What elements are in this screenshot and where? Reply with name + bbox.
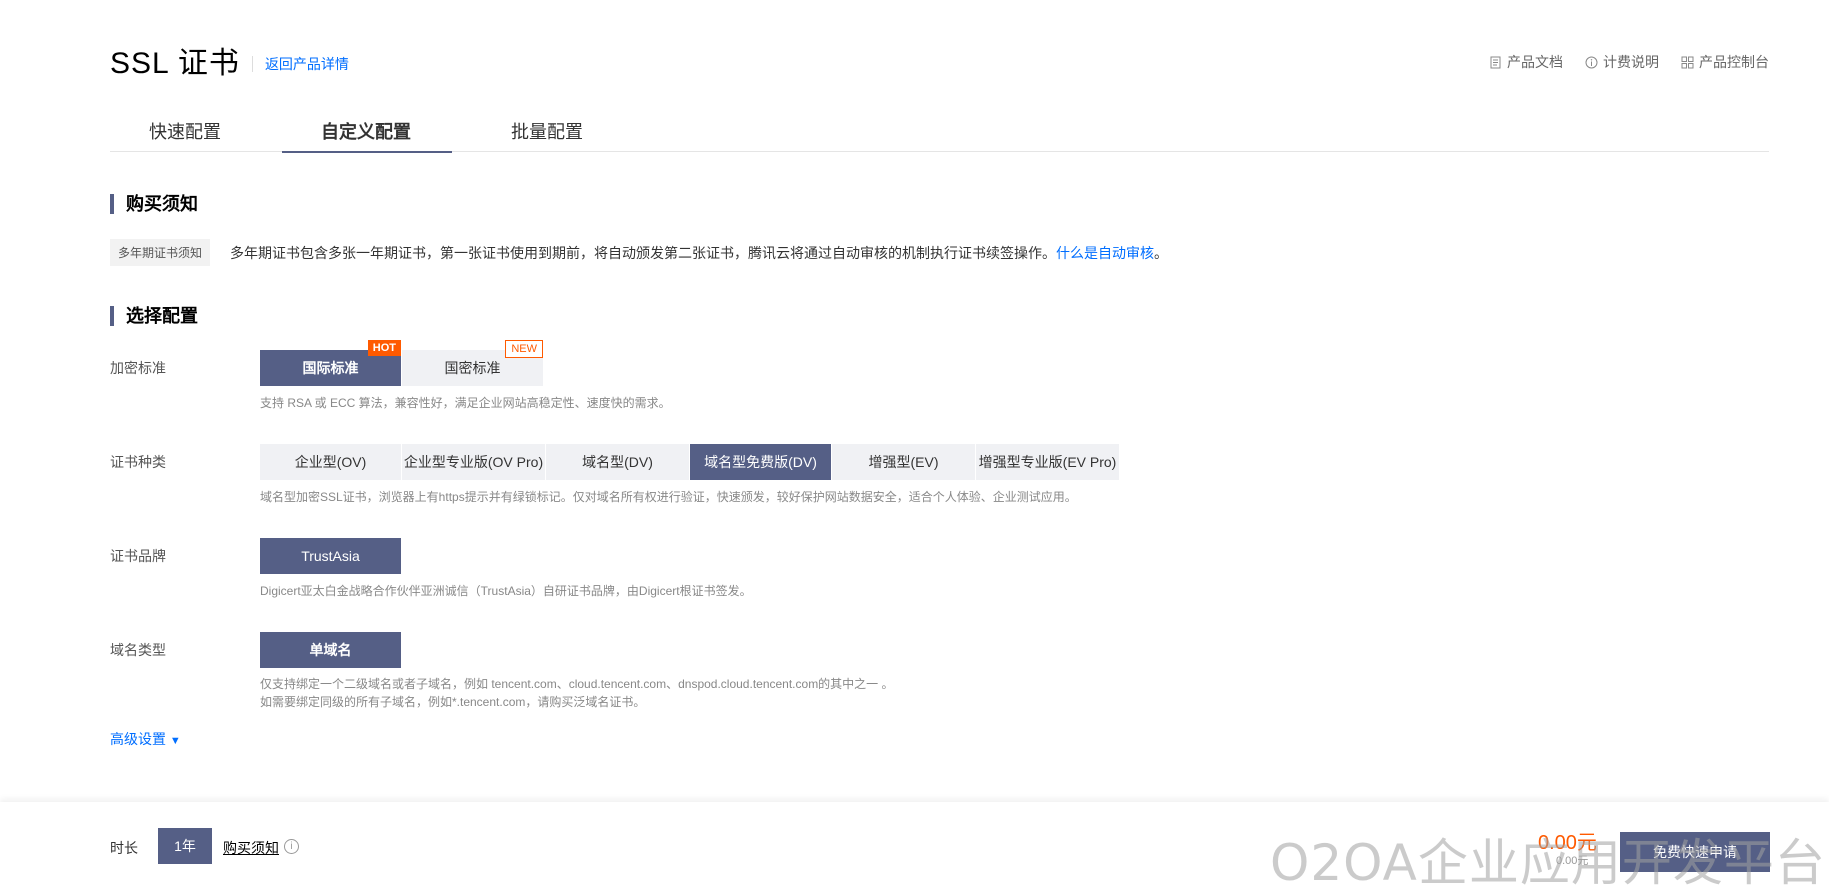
- option-single-domain[interactable]: 单域名: [260, 632, 402, 668]
- tab-custom-config[interactable]: 自定义配置: [321, 118, 411, 152]
- product-console-link[interactable]: 产品控制台: [1681, 52, 1769, 72]
- encryption-label: 加密标准: [110, 360, 166, 376]
- grid-icon: [1681, 56, 1694, 68]
- option-label: 国际标准: [302, 360, 359, 376]
- active-tab-indicator: [282, 151, 452, 153]
- info-icon[interactable]: i: [284, 839, 299, 854]
- billing-info-link[interactable]: 计费说明: [1585, 52, 1659, 72]
- chevron-double-down-icon: ▼: [169, 735, 181, 747]
- free-quick-apply-button[interactable]: 免费快速申请: [1620, 832, 1770, 872]
- duration-1-year-button[interactable]: 1年: [158, 828, 212, 864]
- hot-badge: HOT: [367, 340, 401, 356]
- option-national-standard[interactable]: 国密标准 NEW: [402, 340, 544, 386]
- config-tabs: 快速配置 自定义配置 批量配置: [110, 118, 1769, 153]
- encryption-options: 国际标准 HOT 国密标准 NEW: [260, 340, 544, 386]
- cert-type-label: 证书种类: [110, 454, 166, 470]
- section-title-select-config: 选择配置: [110, 306, 198, 326]
- header-links: 产品文档 计费说明 产品控制台: [1489, 52, 1769, 72]
- domain-type-label: 域名类型: [110, 642, 166, 658]
- brand-options: TrustAsia: [260, 538, 402, 574]
- multi-year-notice-text: 多年期证书包含多张一年期证书，第一张证书使用到期前，将自动颁发第二张证书，腾讯云…: [230, 244, 1057, 261]
- tab-quick-config[interactable]: 快速配置: [149, 118, 221, 152]
- domain-type-options: 单域名: [260, 632, 402, 668]
- back-to-product-link[interactable]: 返回产品详情: [265, 54, 349, 74]
- auto-review-link[interactable]: 什么是自动审核: [1056, 243, 1154, 263]
- page-header: SSL 证书 返回产品详情: [110, 40, 349, 80]
- document-icon: [1490, 56, 1501, 68]
- info-icon: [1585, 56, 1598, 68]
- duration-label: 时长: [110, 840, 138, 856]
- option-ov[interactable]: 企业型(OV): [260, 444, 402, 480]
- domain-type-hint-line1: 仅支持绑定一个二级域名或者子域名，例如 tencent.com、cloud.te…: [260, 677, 894, 691]
- option-dv-free[interactable]: 域名型免费版(DV): [690, 444, 832, 480]
- option-label: 国密标准: [444, 360, 501, 376]
- total-price: 0.00元: [1538, 832, 1597, 854]
- product-docs-label: 产品文档: [1507, 54, 1563, 70]
- new-badge: NEW: [505, 340, 543, 358]
- option-ov-pro[interactable]: 企业型专业版(OV Pro): [402, 444, 546, 480]
- multi-year-notice-tag: 多年期证书须知: [110, 239, 211, 266]
- tab-batch-config[interactable]: 批量配置: [511, 118, 583, 152]
- product-docs-link[interactable]: 产品文档: [1489, 52, 1563, 72]
- option-ev[interactable]: 增强型(EV): [832, 444, 976, 480]
- original-price: 0.00元: [1556, 855, 1589, 867]
- title-divider: [251, 56, 253, 72]
- brand-label: 证书品牌: [110, 548, 166, 564]
- billing-info-label: 计费说明: [1603, 54, 1659, 70]
- page-title: SSL 证书: [110, 47, 240, 80]
- domain-type-hint-line2: 如需要绑定同级的所有子域名，例如*.tencent.com，请购买泛域名证书。: [260, 695, 646, 709]
- order-footer: 时长 1年 购买须知 i 0.00元 0.00元 免费快速申请: [0, 802, 1829, 889]
- brand-hint: Digicert亚太白金战略合作伙伴亚洲诚信（TrustAsia）自研证书品牌，…: [260, 584, 752, 598]
- advanced-settings-label: 高级设置: [110, 731, 166, 747]
- cert-type-hint: 域名型加密SSL证书，浏览器上有https提示并有绿锁标记。仅对域名所有权进行验…: [260, 490, 1077, 504]
- cert-type-options: 企业型(OV) 企业型专业版(OV Pro) 域名型(DV) 域名型免费版(DV…: [260, 444, 1120, 480]
- purchase-notice-link[interactable]: 购买须知: [223, 838, 279, 858]
- option-dv[interactable]: 域名型(DV): [546, 444, 690, 480]
- option-international-standard[interactable]: 国际标准 HOT: [260, 340, 402, 386]
- option-trustasia[interactable]: TrustAsia: [260, 538, 402, 574]
- option-ev-pro[interactable]: 增强型专业版(EV Pro): [976, 444, 1120, 480]
- purchase-notice-row: 多年期证书须知 多年期证书包含多张一年期证书，第一张证书使用到期前，将自动颁发第…: [110, 239, 1168, 266]
- encryption-hint: 支持 RSA 或 ECC 算法，兼容性好，满足企业网站高稳定性、速度快的需求。: [260, 396, 671, 410]
- advanced-settings-toggle[interactable]: 高级设置 ▼: [110, 729, 181, 749]
- section-title-purchase-notice: 购买须知: [110, 194, 198, 214]
- notice-suffix: 。: [1154, 244, 1169, 261]
- product-console-label: 产品控制台: [1699, 54, 1769, 70]
